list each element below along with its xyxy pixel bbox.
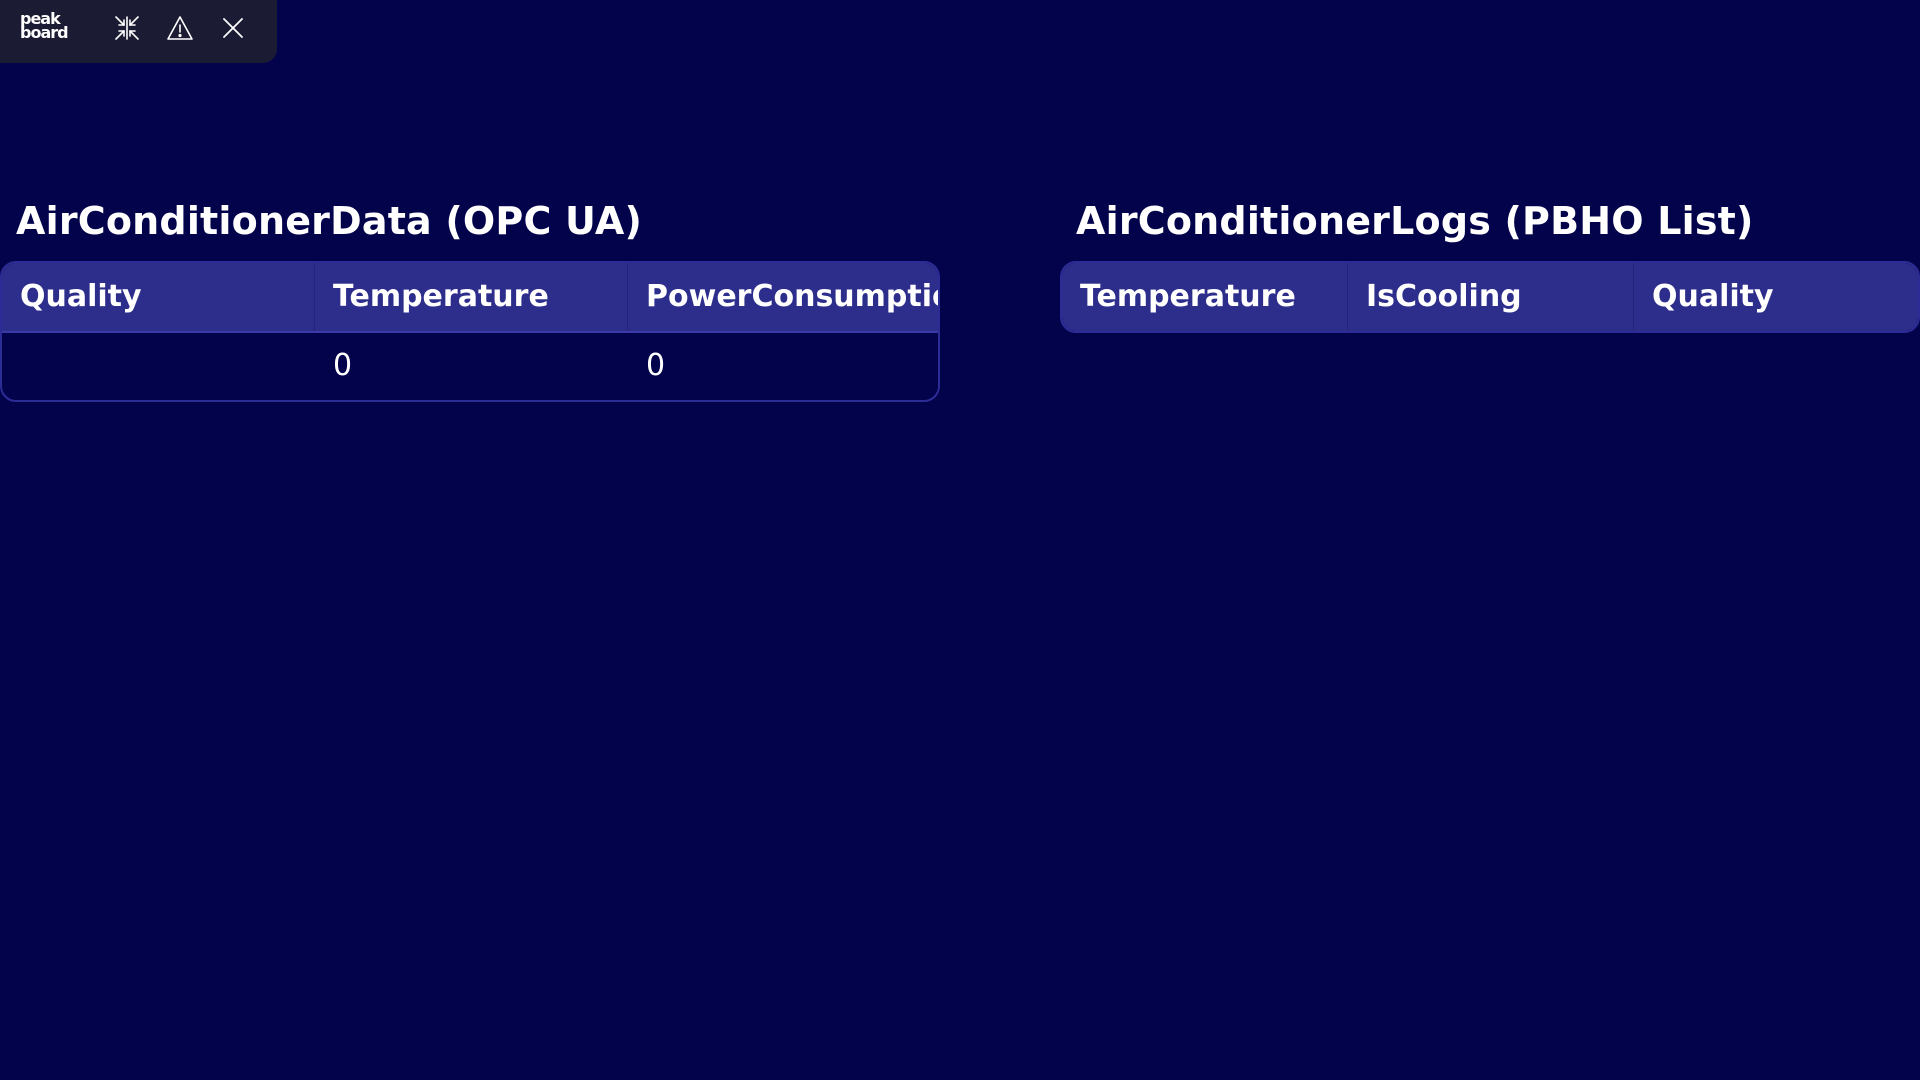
warning-icon[interactable] [166,14,194,42]
close-icon[interactable] [219,14,247,42]
left-panel-title: AirConditionerData (OPC UA) [16,199,643,243]
logo-text-line2: board [20,23,69,42]
column-header-temperature[interactable]: Temperature [1062,263,1348,331]
peakboard-logo: peak board [20,11,84,46]
cell-quality [2,333,315,400]
column-header-quality[interactable]: Quality [1634,263,1918,331]
column-header-is-cooling[interactable]: IsCooling [1348,263,1634,331]
cell-temperature: 0 [333,348,353,383]
right-panel-title: AirConditionerLogs (PBHO List) [1076,199,1754,243]
cell-power-consumption: 0 [646,348,666,383]
runtime-toolbar: peak board [0,0,277,63]
column-header-power-consumption[interactable]: PowerConsumptio [628,263,938,331]
table-header: Temperature IsCooling Quality [1062,263,1918,331]
table-header: Quality Temperature PowerConsumptio [2,263,938,331]
table-row[interactable]: 0 0 [2,331,938,400]
collapse-icon[interactable] [113,14,141,42]
air-conditioner-data-table[interactable]: Quality Temperature PowerConsumptio 0 0 [0,261,940,402]
column-header-temperature[interactable]: Temperature [315,263,628,331]
column-header-quality[interactable]: Quality [2,263,315,331]
air-conditioner-logs-table[interactable]: Temperature IsCooling Quality [1060,261,1920,333]
